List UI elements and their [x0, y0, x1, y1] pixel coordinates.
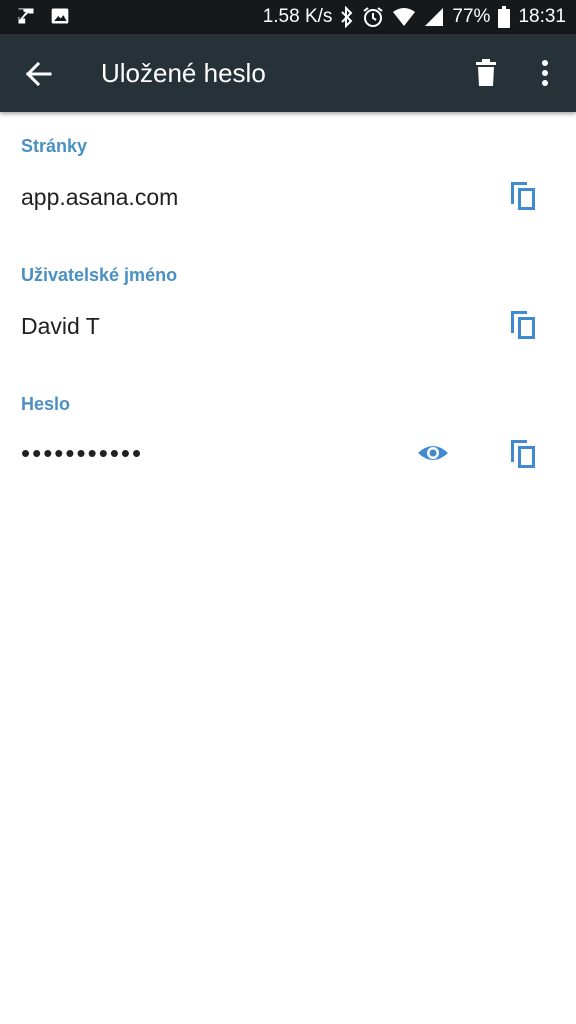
battery-icon [498, 6, 511, 28]
copy-site-icon[interactable] [505, 178, 539, 212]
password-label: Heslo [21, 394, 71, 414]
send-icon [16, 6, 36, 26]
delete-icon[interactable] [471, 58, 501, 88]
image-icon [50, 6, 70, 26]
notification-icons [16, 6, 70, 26]
status-bar: 1.58 K/s 77% 18:31 [0, 0, 576, 34]
back-arrow-icon[interactable] [22, 58, 54, 90]
username-label: Uživatelské jméno [21, 265, 178, 285]
app-bar: Uložené heslo [0, 34, 576, 112]
username-value: David T [21, 313, 100, 339]
net-speed: 1.58 K/s [262, 6, 333, 27]
site-label: Stránky [21, 136, 88, 156]
site-value: app.asana.com [21, 184, 179, 210]
more-vert-icon[interactable] [532, 58, 558, 88]
copy-username-icon[interactable] [505, 307, 539, 341]
password-value: ••••••••••• [21, 438, 144, 468]
battery-level: 77% [452, 6, 491, 27]
bluetooth-icon [340, 6, 354, 28]
status-right: 1.58 K/s 77% 18:31 [263, 0, 566, 34]
alarm-icon [362, 6, 384, 28]
show-password-eye-icon[interactable] [416, 436, 450, 470]
copy-password-icon[interactable] [505, 436, 539, 470]
page-title: Uložené heslo [101, 58, 266, 88]
clock: 18:31 [518, 6, 566, 27]
wifi-icon [392, 7, 416, 27]
signal-icon [424, 7, 444, 27]
